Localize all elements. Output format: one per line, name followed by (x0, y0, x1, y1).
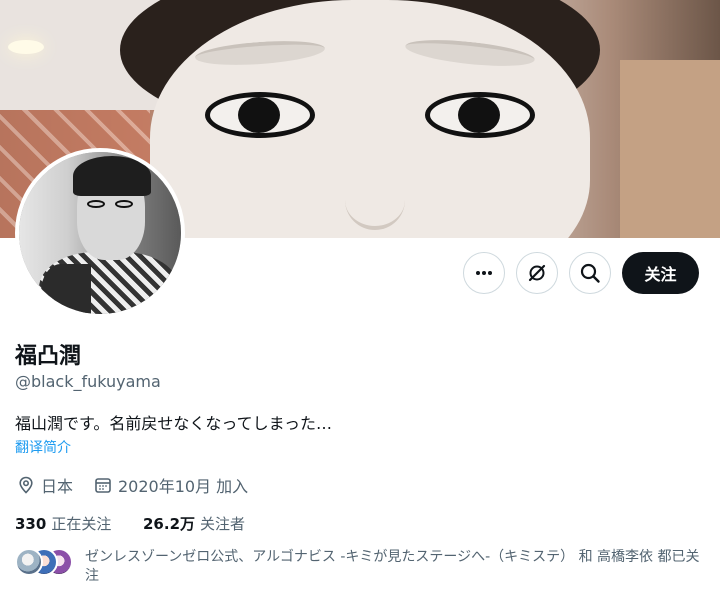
following-count: 330 (15, 515, 47, 533)
translate-bio-link[interactable]: 翻译简介 (15, 437, 71, 457)
grok-icon (528, 264, 546, 282)
followers-count-link[interactable]: 26.2万 关注者 (143, 513, 245, 534)
followers-label: 关注者 (200, 515, 246, 533)
more-options-button[interactable] (463, 252, 505, 294)
profile-bio: 福山潤です。名前戻せなくなってしまった… (15, 414, 332, 433)
location-pin-icon (19, 476, 33, 494)
profile-location: 日本 (17, 474, 73, 496)
banner-left-eye (205, 92, 315, 138)
following-label: 正在关注 (51, 515, 112, 533)
follow-button[interactable]: 关注 (622, 252, 699, 294)
avatar-vest (41, 264, 91, 314)
search-profile-button[interactable] (569, 252, 611, 294)
grok-button[interactable] (516, 252, 558, 294)
display-name: 福凸潤 (15, 344, 82, 369)
banner-ceiling-light (8, 40, 44, 54)
search-icon (580, 263, 600, 283)
followers-you-know[interactable]: ゼンレスゾーンゼロ公式、アルゴナビス -キミが見たステージへ-（キミステ） 和 … (15, 548, 705, 586)
avatar-hair (73, 156, 151, 196)
avatar-right-eye (115, 200, 133, 208)
followers-count: 26.2万 (143, 515, 196, 533)
calendar-icon (95, 478, 111, 493)
avatar-left-eye (87, 200, 105, 208)
user-handle: @black_fukuyama (15, 372, 161, 391)
following-count-link[interactable]: 330 正在关注 (15, 513, 111, 534)
join-date-text: 2020年10月 加入 (118, 477, 249, 496)
more-horizontal-icon (476, 271, 492, 275)
mutual-avatars (15, 548, 75, 576)
banner-door (620, 60, 720, 238)
location-text: 日本 (41, 477, 74, 496)
profile-avatar[interactable] (15, 148, 185, 318)
profile-join-date: 2020年10月 加入 (94, 474, 248, 496)
mutuals-text: ゼンレスゾーンゼロ公式、アルゴナビス -キミが見たステージへ-（キミステ） 和 … (85, 549, 700, 584)
banner-nose (345, 170, 405, 230)
banner-right-eye (425, 92, 535, 138)
mutual-avatar (15, 548, 43, 576)
